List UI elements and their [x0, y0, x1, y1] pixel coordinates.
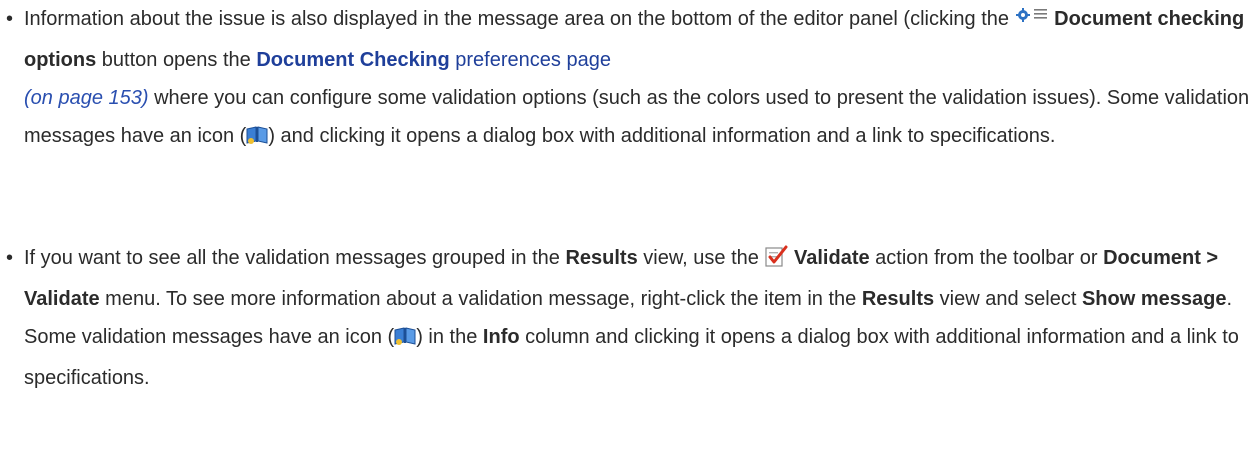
info-column-label: Info [482, 326, 520, 348]
bullet: • [6, 8, 14, 30]
book-info-icon [246, 120, 268, 158]
page-reference-link[interactable]: (on page 153) [24, 87, 149, 109]
item1-text: button opens the [96, 49, 257, 71]
validate-label: Validate [794, 247, 870, 269]
document-checking-options-icon [1015, 3, 1049, 41]
document-checking-link[interactable]: Document Checking preferences page [256, 49, 611, 71]
item2-text: menu. To see more information about a va… [99, 288, 862, 310]
item2-text: view and select [934, 288, 1082, 310]
item2-text: ) in the [416, 326, 483, 348]
document-checking-link-bold[interactable]: Document Checking [256, 49, 449, 71]
item2-text: view, use the [637, 247, 765, 269]
bullet: • [6, 247, 14, 269]
item1-text: Information about the issue is also disp… [24, 8, 1015, 30]
document-body: • Information about the issue is also dis… [0, 0, 1255, 468]
list-item: • Information about the issue is also dis… [0, 0, 1255, 158]
results-label: Results [565, 247, 638, 269]
results-label: Results [861, 288, 935, 310]
item2-text: If you want to see all the validation me… [24, 247, 566, 269]
show-message-label: Show message [1081, 288, 1227, 310]
item1-text: ) and clicking it opens a dialog box wit… [268, 125, 1056, 147]
validate-check-icon [764, 242, 788, 280]
item2-text: action from the toolbar or [869, 247, 1104, 269]
book-info-icon [394, 321, 416, 359]
document-checking-link-rest[interactable]: preferences page [450, 49, 611, 71]
list-item: • If you want to see all the validation m… [0, 239, 1255, 397]
